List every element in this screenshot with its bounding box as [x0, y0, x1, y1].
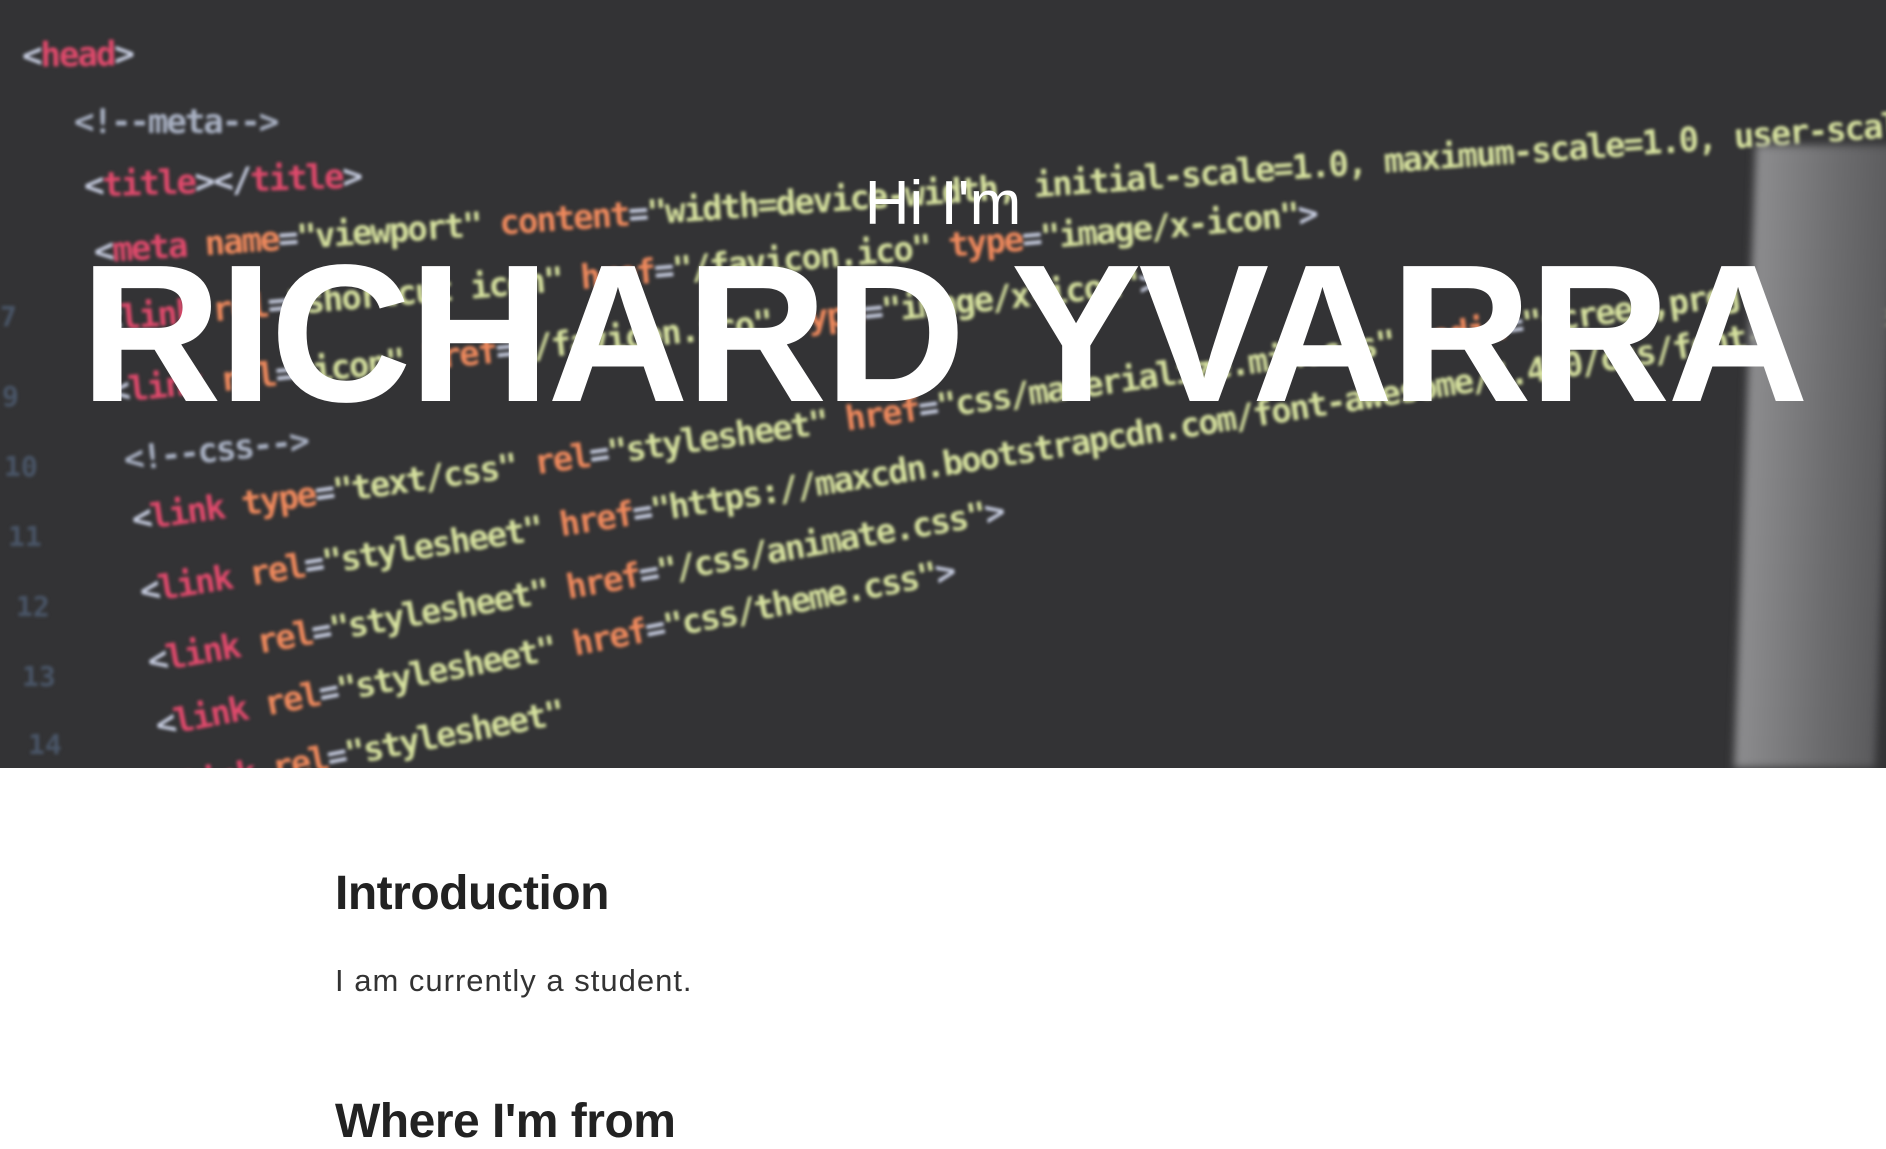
section-title-introduction: Introduction — [335, 867, 609, 920]
hero-name: RICHARD YVARRA — [80, 224, 1809, 443]
section-title-where-from: Where I'm from — [335, 1095, 676, 1148]
section-text-introduction: I am currently a student. — [335, 963, 693, 998]
hero-banner: 7 9 10 11 12 13 14 <head> <!--meta--> <t… — [0, 0, 1886, 768]
